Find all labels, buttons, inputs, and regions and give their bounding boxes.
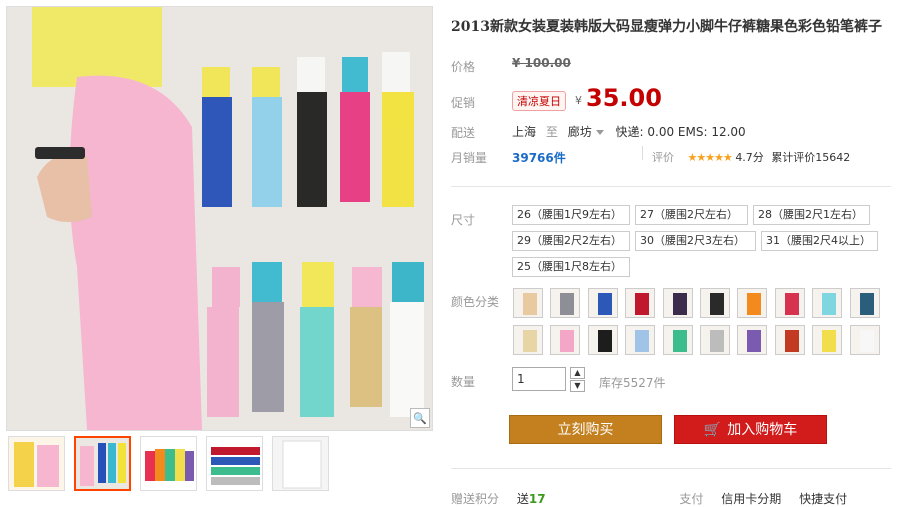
color-swatch[interactable]	[775, 325, 805, 355]
color-swatch[interactable]	[513, 325, 543, 355]
points-prefix: 送	[516, 492, 529, 506]
add-to-cart-button[interactable]: 🛒 加入购物车	[674, 415, 827, 444]
size-option[interactable]: 31（腰围2尺4以上）	[761, 231, 878, 251]
color-swatch[interactable]	[700, 288, 730, 318]
thumbnail-2[interactable]	[74, 436, 131, 491]
shipping-label: 配送	[451, 126, 476, 140]
swatch-jeans-icon	[523, 330, 537, 352]
star-rating-icon: ★★★★★	[687, 151, 733, 164]
product-title: 2013新款女装夏装韩版大码显瘦弹力小脚牛仔裤糖果色彩色铅笔裤子	[451, 19, 882, 35]
size-label: 尺寸	[451, 213, 476, 227]
color-swatch[interactable]	[588, 288, 618, 318]
cart-icon: 🛒	[703, 422, 722, 438]
color-swatch[interactable]	[775, 288, 805, 318]
zoom-icon[interactable]: 🔍	[410, 408, 430, 428]
color-swatch[interactable]	[550, 288, 580, 318]
promo-label: 促销	[451, 96, 476, 110]
swatch-jeans-icon	[673, 330, 687, 352]
color-swatch[interactable]	[700, 325, 730, 355]
price-label: 价格	[451, 60, 476, 74]
rating-row: 评价 ★★★★★ 4.7分 累计评价15642	[652, 149, 850, 165]
points-value: 17	[528, 492, 546, 506]
original-price: ¥ 100.00	[512, 56, 571, 70]
swatch-jeans-icon	[785, 330, 799, 352]
swatch-jeans-icon	[523, 293, 537, 315]
swatch-jeans-icon	[822, 330, 836, 352]
color-swatch[interactable]	[625, 325, 655, 355]
divider	[642, 146, 643, 160]
ship-to-prefix: 至	[545, 125, 558, 139]
swatch-jeans-icon	[560, 293, 574, 315]
swatch-jeans-icon	[598, 330, 612, 352]
thumbnail-3[interactable]	[140, 436, 197, 491]
swatch-jeans-icon	[635, 293, 649, 315]
size-option[interactable]: 28（腰围2尺1左右）	[753, 205, 870, 225]
swatch-jeans-icon	[785, 293, 799, 315]
color-swatch[interactable]	[737, 325, 767, 355]
sales-label: 月销量	[451, 151, 488, 165]
quantity-input[interactable]: 1	[512, 367, 566, 391]
add-to-cart-label: 加入购物车	[727, 422, 798, 438]
sales-count: 39766件	[512, 151, 566, 165]
swatch-jeans-icon	[747, 293, 761, 315]
rating-label: 评价	[652, 151, 674, 164]
separator-bottom	[451, 468, 891, 469]
size-option[interactable]: 29（腰围2尺2左右）	[512, 231, 630, 251]
swatch-jeans-icon	[710, 293, 724, 315]
size-option[interactable]: 30（腰围2尺3左右）	[635, 231, 756, 251]
thumbnail-1[interactable]	[8, 436, 65, 491]
swatch-jeans-icon	[560, 330, 574, 352]
quantity-label: 数量	[451, 375, 476, 389]
ship-destination[interactable]: 廊坊	[568, 125, 608, 139]
shipping-info: 上海 至 廊坊 快递: 0.00 EMS: 12.00	[512, 123, 746, 140]
swatch-jeans-icon	[747, 330, 761, 352]
review-count-link[interactable]: 累计评价15642	[771, 151, 850, 164]
color-swatch[interactable]	[812, 325, 842, 355]
swatch-jeans-icon	[673, 293, 687, 315]
promo-price: 35.00	[586, 84, 662, 112]
credit-installment[interactable]: 信用卡分期	[721, 492, 781, 506]
main-product-image[interactable]: 🔍	[6, 6, 433, 431]
ship-from: 上海	[512, 125, 537, 139]
thumbnail-4[interactable]	[206, 436, 263, 491]
color-label: 颜色分类	[451, 295, 500, 309]
color-swatch[interactable]	[625, 288, 655, 318]
thumbnail-5[interactable]	[272, 436, 329, 491]
product-photo	[7, 7, 432, 430]
color-swatch[interactable]	[588, 325, 618, 355]
pay-label: 支付	[679, 492, 704, 506]
separator	[451, 186, 891, 187]
decrement-icon[interactable]: ▼	[570, 380, 585, 392]
color-swatch[interactable]	[850, 288, 880, 318]
buy-now-button[interactable]: 立刻购买	[509, 415, 662, 444]
points-label: 赠送积分	[451, 492, 500, 506]
size-option[interactable]: 27（腰围2尺左右）	[635, 205, 748, 225]
bottom-row: 赠送积分 送17 支付 信用卡分期 快捷支付	[451, 490, 847, 507]
chevron-down-icon	[595, 130, 604, 135]
color-swatch[interactable]	[550, 325, 580, 355]
swatch-jeans-icon	[860, 293, 874, 315]
color-swatch[interactable]	[663, 325, 693, 355]
size-option[interactable]: 26（腰围1尺9左右）	[512, 205, 630, 225]
swatch-jeans-icon	[822, 293, 836, 315]
promo-badge: 清凉夏日	[512, 91, 566, 111]
quick-pay[interactable]: 快捷支付	[799, 492, 847, 506]
swatch-jeans-icon	[598, 293, 612, 315]
stock-count: 库存5527件	[599, 376, 666, 390]
swatch-jeans-icon	[860, 330, 874, 352]
color-swatch[interactable]	[737, 288, 767, 318]
increment-icon[interactable]: ▲	[570, 367, 585, 379]
color-swatch[interactable]	[812, 288, 842, 318]
thumbnail-strip	[8, 436, 433, 498]
shipping-fee: 快递: 0.00 EMS: 12.00	[615, 125, 746, 139]
currency-symbol: ¥	[575, 94, 582, 107]
color-swatch[interactable]	[850, 325, 880, 355]
color-swatch[interactable]	[663, 288, 693, 318]
rating-score: 4.7分	[735, 151, 764, 164]
swatch-jeans-icon	[710, 330, 724, 352]
swatch-jeans-icon	[635, 330, 649, 352]
color-swatch[interactable]	[513, 288, 543, 318]
size-option[interactable]: 25（腰围1尺8左右）	[512, 257, 630, 277]
